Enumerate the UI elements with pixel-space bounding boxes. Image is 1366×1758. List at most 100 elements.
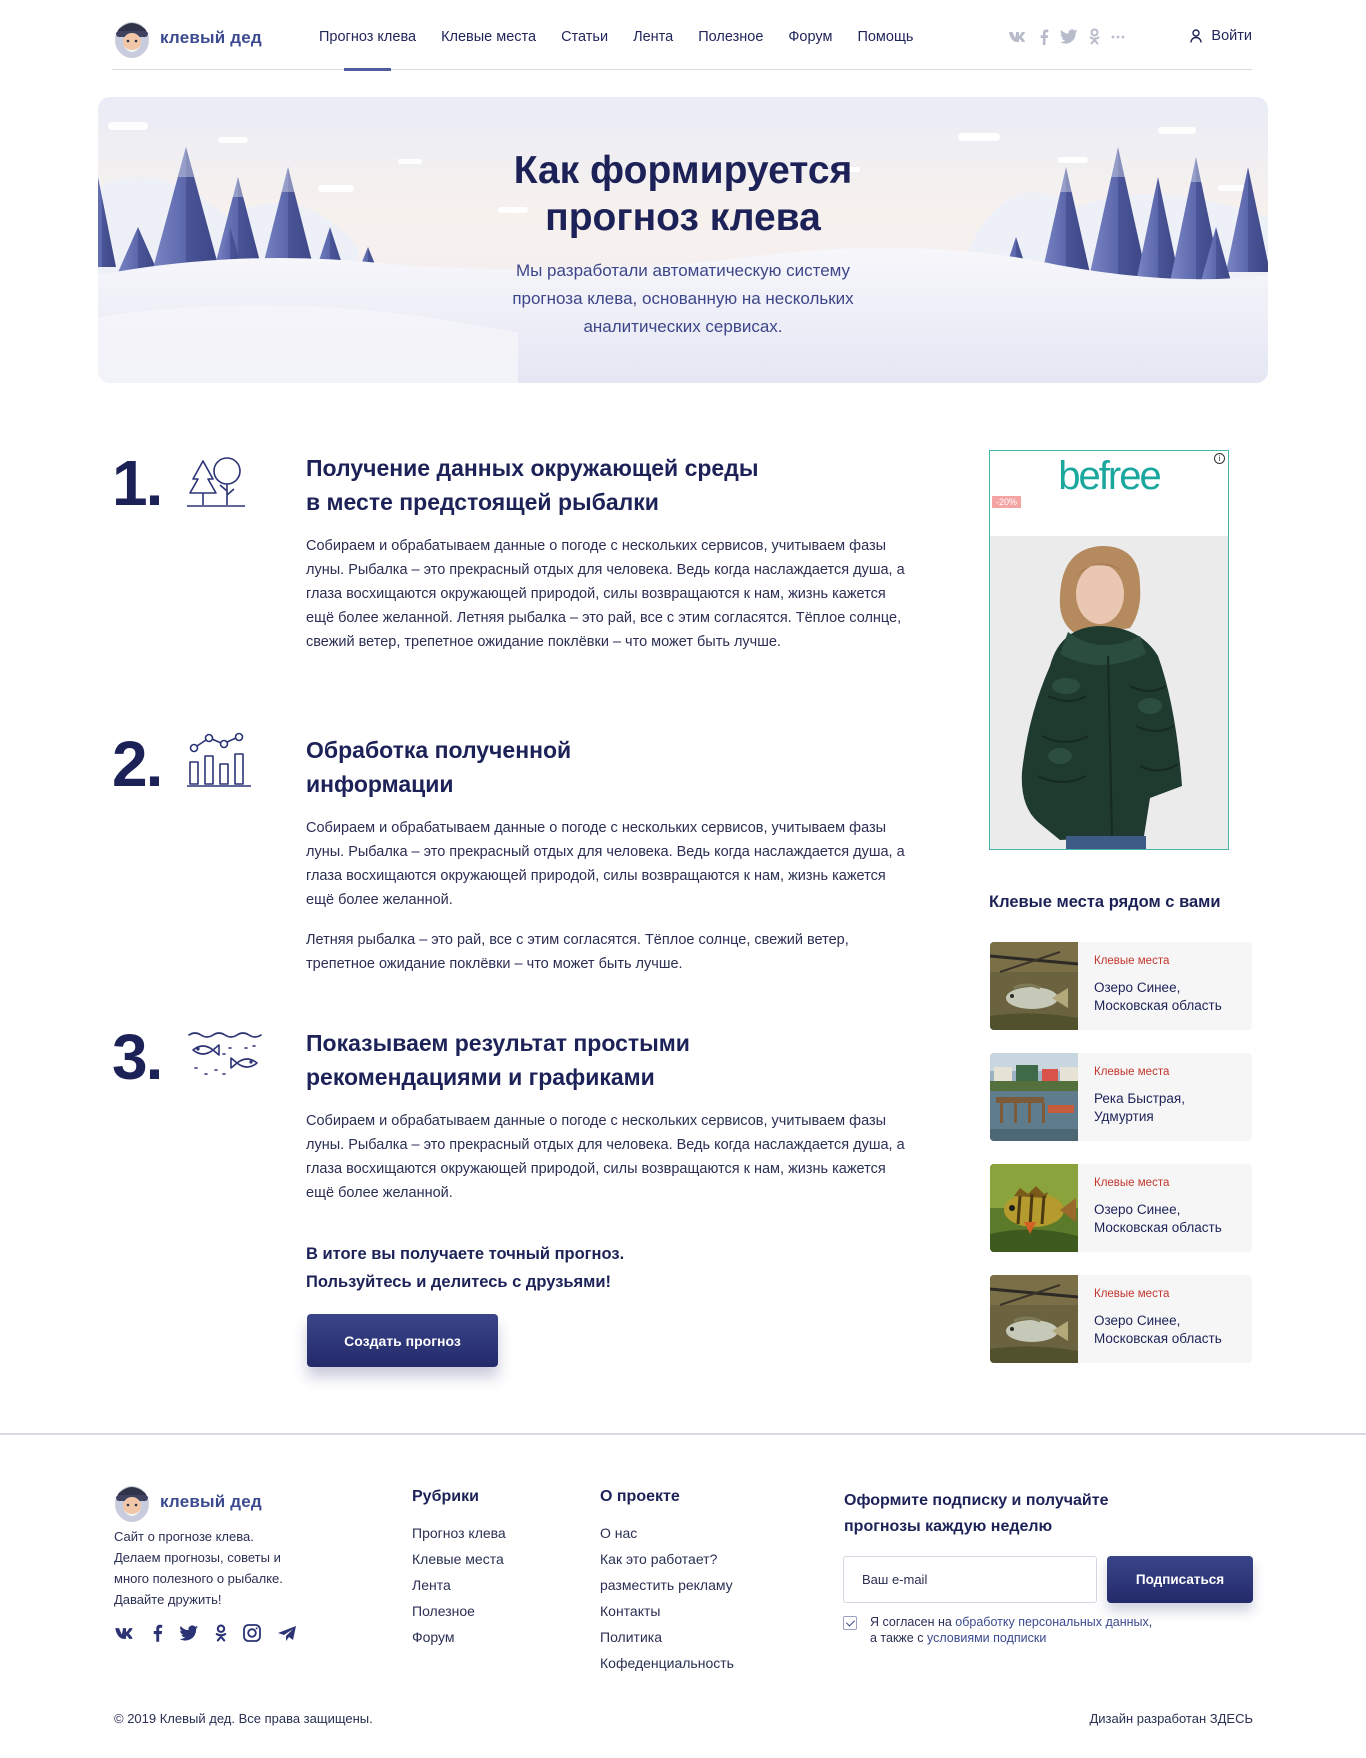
vk-icon[interactable] (114, 1627, 136, 1640)
place-name: Река Быстрая, Удмуртия (1094, 1091, 1185, 1124)
facebook-icon[interactable] (1039, 29, 1049, 45)
perch-underwater-thumb (990, 1164, 1078, 1252)
nav-forecast[interactable]: Прогноз клева (319, 29, 416, 71)
hero-subtitle-line: прогноза клева, основанную на нескольких (512, 289, 854, 308)
step-title: Показываем результат простыми рекомендац… (306, 1026, 866, 1094)
design-credit[interactable]: Дизайн разработан ЗДЕСЬ (1089, 1711, 1253, 1726)
footer-about-line: Делаем прогнозы, советы и (114, 1550, 281, 1565)
old-fisherman-avatar-icon (115, 1486, 149, 1522)
old-fisherman-avatar-icon (115, 22, 149, 58)
user-icon (1190, 29, 1203, 43)
footer-about-project: О проекте О нас Как это работает? размес… (600, 1488, 734, 1676)
footer-link[interactable]: Кофеденциальность (600, 1650, 734, 1676)
step-title-line: Получение данных окружающей среды (306, 455, 759, 481)
footer-logo-text: клевый дед (160, 1492, 262, 1511)
footer-socials (114, 1624, 313, 1642)
odnoklassniki-icon[interactable] (215, 1624, 227, 1642)
step-title: Обработка полученной информации (306, 733, 866, 801)
nav-forum[interactable]: Форум (788, 29, 832, 45)
step-number: 1. (112, 447, 163, 519)
subscribe-title-line: прогнозы каждую неделю (844, 1518, 1053, 1535)
footer-about-line: много полезного о рыбалке. (114, 1571, 283, 1586)
facebook-icon[interactable] (152, 1624, 163, 1642)
place-category: Клевые места (1094, 1066, 1170, 1078)
hero-title: Как формируется прогноз клева (98, 147, 1268, 241)
nav-useful[interactable]: Полезное (698, 29, 763, 45)
consent-row: Я согласен на обработку персональных дан… (843, 1614, 1160, 1646)
result-text: В итоге вы получаете точный прогноз. Пол… (306, 1240, 806, 1296)
result-line: Пользуйтесь и делитесь с друзьями! (306, 1273, 612, 1291)
footer-link[interactable]: Лента (412, 1572, 506, 1598)
step-title-line: Обработка полученной (306, 737, 572, 763)
footer-link[interactable]: Политика (600, 1624, 734, 1650)
step-number: 3. (112, 1021, 163, 1093)
step-paragraph: Собираем и обрабатываем данные о погоде … (306, 1113, 905, 1201)
ad-discount-badge: -20% (992, 496, 1022, 508)
footer-link[interactable]: Прогноз клева (412, 1520, 506, 1546)
logo[interactable]: клевый дед (112, 16, 262, 60)
footer-link[interactable]: Полезное (412, 1598, 506, 1624)
footer-link[interactable]: Контакты (600, 1598, 734, 1624)
step-paragraph: Собираем и обрабатываем данные о погоде … (306, 538, 905, 650)
subscribe-title-line: Оформите подписку и получайте (844, 1492, 1109, 1509)
subscribe-button[interactable]: Подписаться (1107, 1556, 1253, 1603)
bar-chart-icon (187, 732, 251, 787)
odnoklassniki-icon[interactable] (1089, 28, 1100, 45)
ad-info-icon[interactable]: i (1214, 453, 1225, 464)
place-card[interactable]: Клевые места Река Быстрая, Удмуртия (990, 1053, 1252, 1141)
twitter-icon[interactable] (179, 1625, 199, 1641)
trees-icon (187, 457, 245, 507)
step-title-line: в месте предстоящей рыбалки (306, 489, 659, 515)
place-card[interactable]: Клевые места Озеро Синее, Московская обл… (990, 942, 1252, 1030)
perch-on-grass-thumb (990, 1275, 1078, 1363)
create-forecast-button[interactable]: Создать прогноз (307, 1314, 498, 1367)
site-header: клевый дед Прогноз клева Клевые места Ст… (112, 0, 1252, 71)
place-card[interactable]: Клевые места Озеро Синее, Московская обл… (990, 1275, 1252, 1363)
subscribe-title: Оформите подписку и получайте прогнозы к… (844, 1488, 1174, 1540)
footer-rubrics: Рубрики Прогноз клева Клевые места Лента… (412, 1488, 506, 1650)
subscription-terms-link[interactable]: условиями подписки (927, 1631, 1046, 1645)
place-card[interactable]: Клевые места Озеро Синее, Московская обл… (990, 1164, 1252, 1252)
place-name: Озеро Синее, Московская область (1094, 980, 1222, 1013)
vk-icon[interactable] (1008, 31, 1028, 43)
step-paragraph: Летняя рыбалка – это рай, все с этим сог… (306, 932, 849, 972)
step-title-line: информации (306, 771, 454, 797)
main-nav: Прогноз клева Клевые места Статьи Лента … (319, 29, 938, 71)
footer-link[interactable]: Как это работает? (600, 1546, 734, 1572)
ad-banner[interactable]: befree i -20% (989, 450, 1229, 850)
footer-link[interactable]: разместить рекламу (600, 1572, 734, 1598)
login-link[interactable]: Войти (1190, 28, 1252, 44)
step-description: Собираем и обрабатываем данные о погоде … (306, 534, 906, 654)
twitter-icon[interactable] (1060, 29, 1078, 44)
email-field[interactable] (843, 1556, 1097, 1603)
step-paragraph: Собираем и обрабатываем данные о погоде … (306, 820, 905, 908)
telegram-icon[interactable] (277, 1625, 297, 1642)
place-category: Клевые места (1094, 1288, 1170, 1300)
nearby-places-title: Клевые места рядом с вами (989, 893, 1221, 911)
hero-subtitle: Мы разработали автоматическую систему пр… (98, 257, 1268, 341)
nav-feed[interactable]: Лента (633, 29, 673, 45)
hero-banner: Как формируется прогноз клева Мы разрабо… (98, 97, 1268, 383)
instagram-icon[interactable] (243, 1624, 261, 1642)
nav-articles[interactable]: Статьи (561, 29, 608, 45)
consent-checkbox[interactable] (843, 1616, 857, 1630)
footer-divider (0, 1433, 1366, 1435)
logo-text: клевый дед (160, 28, 262, 47)
step-description: Собираем и обрабатываем данные о погоде … (306, 816, 906, 976)
place-name: Озеро Синее, Московская область (1094, 1202, 1222, 1235)
footer-link[interactable]: Форум (412, 1624, 506, 1650)
place-category: Клевые места (1094, 1177, 1170, 1189)
hero-subtitle-line: аналитических сервисах. (583, 317, 783, 336)
more-icon[interactable] (1111, 35, 1125, 39)
footer-link[interactable]: О нас (600, 1520, 734, 1546)
footer-logo[interactable]: клевый дед (112, 1480, 262, 1524)
nav-places[interactable]: Клевые места (441, 29, 536, 45)
step-title: Получение данных окружающей среды в мест… (306, 451, 866, 519)
ad-model-photo (990, 536, 1228, 849)
header-socials (1008, 28, 1136, 45)
personal-data-link[interactable]: обработку персональных данных (955, 1615, 1148, 1629)
nav-help[interactable]: Помощь (857, 29, 913, 45)
perch-on-grass-thumb (990, 942, 1078, 1030)
footer-column-title: Рубрики (412, 1488, 479, 1505)
footer-link[interactable]: Клевые места (412, 1546, 506, 1572)
